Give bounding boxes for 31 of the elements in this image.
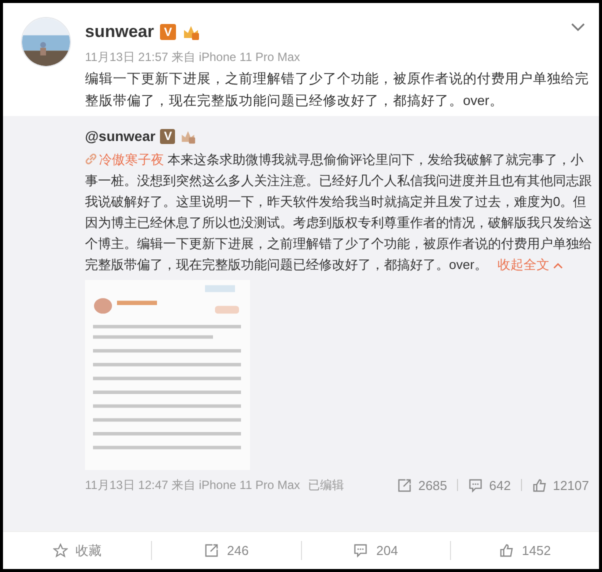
share-icon xyxy=(397,478,412,493)
member-icon xyxy=(180,128,196,144)
chevron-up-icon xyxy=(553,262,564,269)
post-text: 编辑一下更新下进展，之前理解错了少了个功能，被原作者说的付费用户单独给完整版带偏了，现在完整版功能问题已经修改好了，都搞好了。over。 xyxy=(85,70,590,110)
star-icon xyxy=(52,543,68,558)
comment-count-button[interactable]: 642 xyxy=(468,476,511,495)
user-link[interactable]: 冷傲寒子夜 xyxy=(85,152,164,166)
verified-badge: V xyxy=(160,24,176,40)
comment-icon xyxy=(353,543,368,558)
member-icon xyxy=(182,24,200,40)
share-button[interactable]: 246 xyxy=(204,540,249,560)
repost-text: 冷傲寒子夜 本来这条求助微博我就寻思偷偷评论里问下，发给我破解了就完事了，小事一桩。没想到突然这么多人关注注意。已经好几个人私信我问进度并且也有其他同志跟我说破解好了。这里说明一下，昨天软件发给我当时就搞定并且发了过去，难度为0。但因为博主已经休息了所以也没测试。考虑到版权专利尊重作者的情况，破解版我只发给这个博主。编辑一下更新下进展，之前理解错了少了个功能，被原作者说的付费用户单独给完整版带偏了，现在完整版功能问题已经修改好了，都搞好了。over。 收起全文 xyxy=(85,150,593,274)
chevron-down-icon[interactable] xyxy=(571,23,585,32)
share-count-button[interactable]: 2685 xyxy=(397,476,448,495)
link-icon xyxy=(85,152,97,164)
like-count-button[interactable]: 12107 xyxy=(532,476,589,495)
comment-button[interactable]: 204 xyxy=(353,540,398,560)
username[interactable]: sunwear xyxy=(85,19,154,44)
collapse-link[interactable]: 收起全文 xyxy=(497,256,564,272)
avatar[interactable] xyxy=(21,17,71,67)
comment-icon xyxy=(468,478,484,493)
verified-badge: V xyxy=(160,128,176,144)
favorite-button[interactable]: 收藏 xyxy=(52,540,102,560)
repost-meta: 11月13日 12:47 来自 iPhone 11 Pro Max xyxy=(85,477,300,494)
like-button[interactable]: 1452 xyxy=(498,540,551,560)
share-icon xyxy=(204,543,220,558)
thumbs-up-icon xyxy=(498,543,514,558)
mention-username[interactable]: @sunwear xyxy=(85,126,156,146)
edited-label: 已编辑 xyxy=(308,477,344,494)
thumbs-up-icon xyxy=(532,478,547,493)
post-meta: 11月13日 21:57 来自 iPhone 11 Pro Max xyxy=(85,48,302,66)
